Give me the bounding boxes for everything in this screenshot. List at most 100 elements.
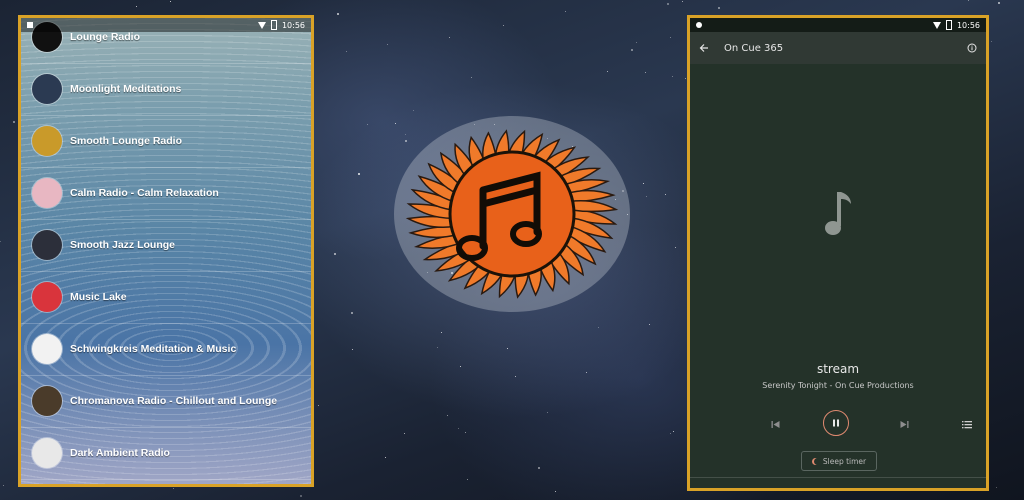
star <box>670 433 671 434</box>
star <box>682 1 683 2</box>
queue-list-icon[interactable] <box>959 416 975 432</box>
star <box>991 41 992 42</box>
star <box>437 347 438 348</box>
page-title: On Cue 365 <box>724 42 784 54</box>
star <box>538 467 540 469</box>
station-list-item[interactable]: Music Lake <box>21 271 311 324</box>
sleep-timer-button[interactable]: Sleep timer <box>801 451 877 471</box>
station-list-screen: 10:56 Lounge Radio Moonlight Meditations S… <box>18 15 314 487</box>
battery-icon <box>945 20 952 30</box>
star <box>387 44 388 45</box>
star <box>685 78 686 79</box>
star <box>670 37 671 38</box>
station-name: Music Lake <box>70 291 127 303</box>
station-list-item[interactable]: Dark Ambient Radio <box>21 427 311 480</box>
skip-previous-icon[interactable] <box>767 416 783 432</box>
star <box>547 412 548 413</box>
status-bar: 10:56 <box>21 18 311 32</box>
music-note-icon <box>825 192 851 235</box>
app-bar: On Cue 365 <box>690 32 986 64</box>
star <box>598 327 599 328</box>
station-list-item[interactable]: Chromanova Radio - Chillout and Lounge <box>21 375 311 428</box>
star <box>555 491 556 492</box>
star <box>607 71 608 72</box>
star <box>645 72 646 73</box>
station-logo-icon <box>32 282 62 312</box>
star <box>968 0 969 1</box>
star <box>515 376 516 377</box>
status-bar: 10:56 <box>690 18 986 32</box>
star <box>441 332 442 333</box>
station-logo-icon <box>32 126 62 156</box>
star <box>586 372 587 373</box>
pause-button[interactable] <box>823 410 849 436</box>
skip-next-icon[interactable] <box>896 416 912 432</box>
sleep-timer-label: Sleep timer <box>822 456 867 466</box>
star <box>13 121 15 123</box>
info-icon[interactable] <box>966 42 978 54</box>
star <box>718 7 720 9</box>
star <box>352 349 353 350</box>
station-name: Lounge Radio <box>70 31 140 43</box>
star <box>665 194 666 195</box>
star <box>471 77 472 78</box>
star <box>636 42 637 43</box>
star <box>447 415 448 416</box>
station-logo-icon <box>32 334 62 364</box>
star <box>449 37 450 38</box>
star <box>334 253 336 255</box>
music-sun-emblem-icon <box>394 116 630 312</box>
star <box>170 1 171 2</box>
star <box>646 196 647 197</box>
star <box>385 457 386 458</box>
track-subtitle: Serenity Tonight - On Cue Productions <box>762 381 914 390</box>
star <box>351 312 353 314</box>
star <box>503 25 504 26</box>
station-list-item[interactable]: Smooth Lounge Radio <box>21 115 311 168</box>
star <box>996 487 997 488</box>
star <box>367 124 368 125</box>
star <box>565 11 566 12</box>
star <box>136 6 137 7</box>
star <box>173 488 174 489</box>
battery-icon <box>270 20 277 30</box>
status-time: 10:56 <box>956 20 980 30</box>
star <box>358 173 360 175</box>
star <box>467 479 468 480</box>
station-list-item[interactable]: Moonlight Meditations <box>21 63 311 116</box>
star <box>672 76 673 77</box>
star <box>404 433 405 434</box>
now-playing-panel: stream Serenity Tonight - On Cue Product… <box>690 64 986 488</box>
station-list-item[interactable]: Smooth Jazz Lounge <box>21 219 311 272</box>
station-name: Dark Ambient Radio <box>70 447 170 459</box>
arrow-left-icon[interactable] <box>698 42 710 54</box>
star <box>675 247 676 248</box>
station-name: Moonlight Meditations <box>70 83 182 95</box>
star <box>998 2 1000 4</box>
station-logo-icon <box>32 386 62 416</box>
track-title: stream <box>816 362 860 376</box>
station-name: Calm Radio - Calm Relaxation <box>70 187 219 199</box>
star <box>458 428 459 429</box>
notification-icon <box>27 22 33 28</box>
station-list-item[interactable]: Schwingkreis Meditation & Music <box>21 323 311 376</box>
star <box>300 495 302 497</box>
station-name: Smooth Jazz Lounge <box>70 239 175 251</box>
star <box>3 485 4 486</box>
star <box>673 431 674 432</box>
station-list-item[interactable]: Calm Radio - Calm Relaxation <box>21 167 311 220</box>
star <box>667 3 669 5</box>
pause-icon <box>833 419 839 427</box>
station-name: Chromanova Radio - Chillout and Lounge <box>70 395 278 407</box>
station-name: Smooth Lounge Radio <box>70 135 182 147</box>
star <box>337 13 339 15</box>
star <box>0 241 1 242</box>
wifi-icon <box>257 21 266 29</box>
player-screen: 10:56 On Cue 365 stream Serenity Tonight… <box>687 15 989 491</box>
star <box>649 324 650 325</box>
divider <box>690 477 986 478</box>
moon-icon <box>814 458 821 465</box>
star <box>318 405 319 406</box>
playback-controls <box>690 409 986 439</box>
notification-icon <box>696 22 702 28</box>
